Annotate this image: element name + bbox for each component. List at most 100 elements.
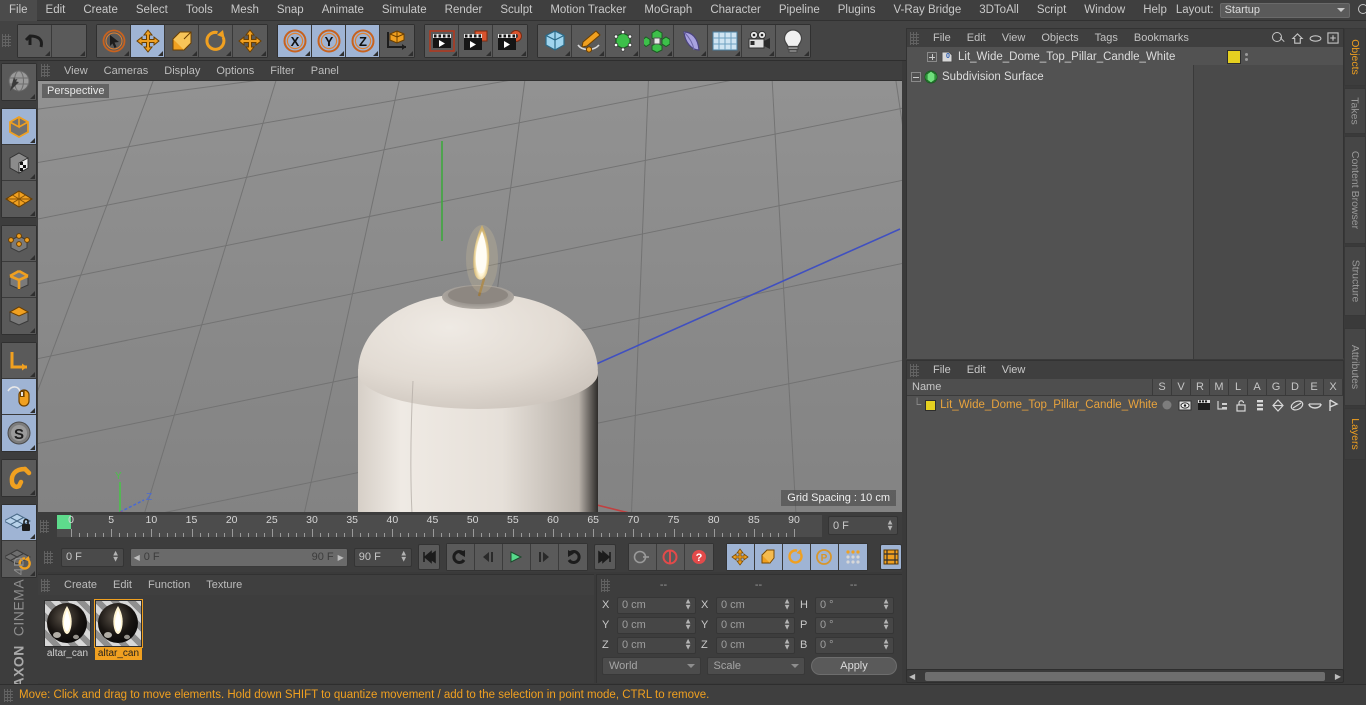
range-left-arrow-icon[interactable]: ◀ xyxy=(134,553,140,562)
size-z-field[interactable]: 0 cm ▲ ▼ xyxy=(716,636,795,654)
position-z-field[interactable]: 0 cm ▲ ▼ xyxy=(617,636,696,654)
material-thumbnail[interactable] xyxy=(44,600,91,647)
rotation-h-field[interactable]: 0 ° ▲ ▼ xyxy=(815,596,894,614)
render-region-button[interactable] xyxy=(459,24,493,57)
polygons-mode-button[interactable] xyxy=(2,298,36,334)
viewport-solo-button[interactable] xyxy=(2,379,36,415)
layer-menu-edit[interactable]: Edit xyxy=(959,361,994,379)
object-tag-swatch[interactable] xyxy=(1227,50,1241,64)
size-y-field[interactable]: 0 cm ▲ ▼ xyxy=(716,616,795,634)
expander-icon[interactable] xyxy=(911,72,921,82)
layer-menu-file[interactable]: File xyxy=(925,361,959,379)
spinner-icon[interactable]: ▲ ▼ xyxy=(400,549,408,563)
panel-grip-icon[interactable] xyxy=(44,550,53,564)
panel-grip-icon[interactable] xyxy=(2,34,11,47)
menu-v-ray-bridge[interactable]: V-Ray Bridge xyxy=(884,0,970,21)
magnet-tool[interactable] xyxy=(2,460,36,496)
lock-workplane-button[interactable] xyxy=(2,505,36,541)
spinner-icon[interactable]: ▲ ▼ xyxy=(882,597,890,611)
record-rotation-button[interactable] xyxy=(782,544,811,570)
layout-dropdown[interactable]: Startup xyxy=(1219,2,1350,18)
timeline-frame-field[interactable]: 0 F ▲ ▼ xyxy=(828,516,898,535)
add-nurbs-button[interactable] xyxy=(606,24,640,57)
undo-button[interactable] xyxy=(18,24,52,57)
position-y-field[interactable]: 0 cm ▲ ▼ xyxy=(617,616,696,634)
material-menu-edit[interactable]: Edit xyxy=(105,575,140,595)
panel-grip-icon[interactable] xyxy=(4,688,13,702)
spinner-icon[interactable]: ▲ ▼ xyxy=(112,549,120,563)
timeline-ruler[interactable]: 0 5 10 15 20 25 30 35 40 45 50 55 60 65 70 75 80 85 90 xyxy=(57,514,822,537)
object-tree[interactable]: 0 Lit_Wide_Dome_Top_Pillar_Candle_White Su… xyxy=(907,47,1343,359)
render-settings-button[interactable] xyxy=(493,24,527,57)
menu-motion-tracker[interactable]: Motion Tracker xyxy=(541,0,635,21)
vertical-tab-objects[interactable]: Objects xyxy=(1344,28,1366,86)
layer-animation-toggle[interactable] xyxy=(1250,399,1269,412)
menu-select[interactable]: Select xyxy=(127,0,177,21)
timeline-toggle-button[interactable] xyxy=(879,544,902,570)
layer-deformer-toggle[interactable] xyxy=(1287,399,1306,412)
layer-generator-toggle[interactable] xyxy=(1269,398,1288,412)
vertical-tab-attributes[interactable]: Attributes xyxy=(1344,328,1366,406)
menu-simulate[interactable]: Simulate xyxy=(373,0,436,21)
object-row[interactable]: 0 Lit_Wide_Dome_Top_Pillar_Candle_White xyxy=(907,47,1343,67)
record-scale-button[interactable] xyxy=(754,544,783,570)
layer-column-m[interactable]: M xyxy=(1210,379,1229,395)
add-deformer-button[interactable] xyxy=(674,24,708,57)
layer-column-d[interactable]: D xyxy=(1286,379,1305,395)
preview-range-slider[interactable]: ◀ 0 F 90 F ▶ xyxy=(129,547,348,567)
layer-column-r[interactable]: R xyxy=(1191,379,1210,395)
object-mode-button[interactable] xyxy=(2,109,36,145)
vertical-tab-takes[interactable]: Takes xyxy=(1344,88,1366,134)
spinner-icon[interactable]: ▲ ▼ xyxy=(882,617,890,631)
layer-solo-toggle[interactable] xyxy=(1158,399,1177,411)
menu-tools[interactable]: Tools xyxy=(177,0,222,21)
object-menu-view[interactable]: View xyxy=(994,29,1034,47)
menu-mograph[interactable]: MoGraph xyxy=(635,0,701,21)
home-icon[interactable] xyxy=(1291,32,1304,45)
add-camera-button[interactable] xyxy=(742,24,776,57)
spinner-icon[interactable]: ▲ ▼ xyxy=(684,617,692,631)
layer-manager-toggle[interactable] xyxy=(1213,399,1232,411)
panel-grip-icon[interactable] xyxy=(601,578,610,592)
coordinate-mode-dropdown[interactable]: Scale xyxy=(706,657,805,675)
rotate-tool[interactable] xyxy=(199,24,233,57)
current-frame-field[interactable]: 0 F ▲ ▼ xyxy=(61,547,124,567)
search-icon[interactable] xyxy=(1356,2,1366,18)
layer-column-l[interactable]: L xyxy=(1229,379,1248,395)
menu-script[interactable]: Script xyxy=(1028,0,1075,21)
enable-snap-button[interactable]: S xyxy=(2,415,36,451)
deformed-mode-button[interactable] xyxy=(2,181,36,217)
points-mode-button[interactable] xyxy=(2,226,36,262)
vertical-tab-layers[interactable]: Layers xyxy=(1344,408,1366,460)
material-thumbnail[interactable] xyxy=(94,599,143,648)
object-menu-objects[interactable]: Objects xyxy=(1033,29,1086,47)
vertical-tab-structure[interactable]: Structure xyxy=(1344,246,1366,316)
play-backwards-loop-button[interactable] xyxy=(446,544,475,570)
viewport-menu-options[interactable]: Options xyxy=(208,61,262,81)
material-item[interactable]: altar_can xyxy=(94,599,143,660)
menu-mesh[interactable]: Mesh xyxy=(222,0,268,21)
layer-horizontal-scrollbar[interactable]: ◀ ▶ xyxy=(906,669,1344,683)
spinner-icon[interactable]: ▲ ▼ xyxy=(684,637,692,651)
viewport-menu-cameras[interactable]: Cameras xyxy=(96,61,157,81)
spinner-icon[interactable]: ▲ ▼ xyxy=(684,597,692,611)
search-icon[interactable] xyxy=(1270,30,1286,46)
menu-pipeline[interactable]: Pipeline xyxy=(770,0,829,21)
enable-axis-button[interactable] xyxy=(2,343,36,379)
scroll-left-arrow-icon[interactable]: ◀ xyxy=(909,672,915,681)
viewport-3d[interactable]: Perspective Grid Spacing : 10 cm Y Z X xyxy=(38,81,902,512)
size-x-field[interactable]: 0 cm ▲ ▼ xyxy=(716,596,795,614)
panel-grip-icon[interactable] xyxy=(41,578,50,592)
lock-y-axis[interactable]: Y xyxy=(312,24,346,57)
menu-window[interactable]: Window xyxy=(1075,0,1134,21)
move-tool[interactable] xyxy=(131,24,165,57)
menu-create[interactable]: Create xyxy=(74,0,127,21)
range-right-arrow-icon[interactable]: ▶ xyxy=(338,553,344,562)
layer-column-name[interactable]: Name xyxy=(907,379,1153,395)
go-to-start-button[interactable] xyxy=(417,544,440,570)
spinner-icon[interactable]: ▲ ▼ xyxy=(886,518,894,532)
layer-column-e[interactable]: E xyxy=(1305,379,1324,395)
panel-grip-icon[interactable] xyxy=(41,64,50,77)
texture-mode-button[interactable] xyxy=(2,145,36,181)
add-scene-button[interactable] xyxy=(708,24,742,57)
